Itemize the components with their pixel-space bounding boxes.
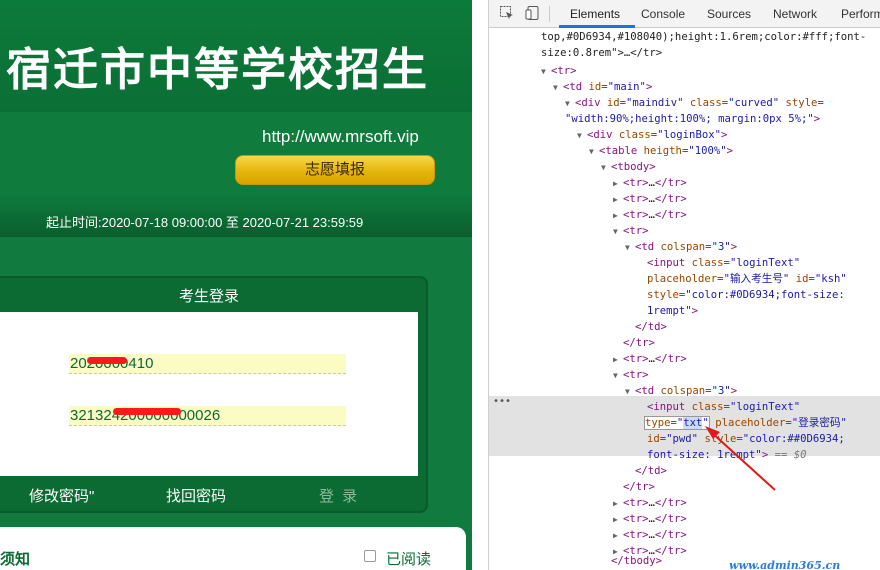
login-links: 修改密码" 找回密码 登 录 (0, 476, 426, 511)
site-url: http://www.mrsoft.vip (262, 127, 419, 146)
redaction-mark (113, 408, 181, 415)
time-range: 起止时间:2020-07-18 09:00:00 至 2020-07-21 23… (46, 215, 364, 230)
redaction-mark (87, 357, 127, 364)
volunteer-fill-button[interactable]: 志愿填报 (235, 155, 435, 185)
page-separator (472, 0, 488, 570)
read-label: 已阅读 (386, 551, 432, 568)
read-checkbox[interactable] (364, 550, 376, 562)
banner-title: 宿迁市中等学校招生 (6, 43, 430, 96)
password-input[interactable] (69, 406, 346, 426)
login-header: 考生登录 (178, 288, 239, 305)
notice-title: 须知 (0, 551, 31, 568)
annotation-arrow-icon (705, 426, 776, 491)
web-page: 宿迁市中等学校招生 http://www.mrsoft.vip 志愿填报 起止时… (0, 0, 472, 570)
login-box: 考生登录 修改密码" 找回密码 登 录 (0, 276, 428, 513)
login-button[interactable]: 登 录 (319, 485, 359, 506)
login-body (0, 312, 418, 476)
find-password-link[interactable]: 找回密码 (166, 485, 226, 506)
devtools-panel: Elements Console Sources Network Perform… (488, 0, 880, 570)
change-password-link[interactable]: 修改密码" (29, 485, 94, 506)
